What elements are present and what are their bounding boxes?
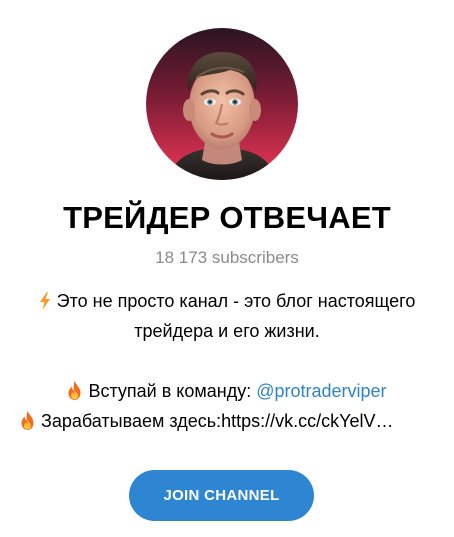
join-channel-button[interactable]: JOIN CHANNEL [129, 470, 314, 521]
fire-icon [20, 409, 35, 439]
description-line-3: Вступай в команду: @protraderviper [0, 376, 454, 406]
channel-preview: ТРЕЙДЕР ОТВЕЧАЕТ 18 173 subscribers Это … [0, 0, 454, 537]
channel-avatar [146, 28, 298, 180]
description-line-2: трейдера и его жизни. [0, 316, 454, 346]
description-line-4: Зарабатываем здесь:https://vk.cc/ckYelV… [0, 406, 454, 436]
channel-title: ТРЕЙДЕР ОТВЕЧАЕТ [63, 200, 391, 235]
lightning-icon [39, 289, 51, 319]
description-spacer [0, 346, 454, 376]
invite-label: Вступай в команду: [88, 381, 257, 401]
fire-icon [67, 379, 82, 409]
channel-description: Это не просто канал - это блог настоящег… [0, 286, 454, 436]
earnings-link-text: Зарабатываем здесь:https://vk.cc/ckYelV… [41, 411, 394, 431]
description-line-1: Это не просто канал - это блог настоящег… [0, 286, 454, 316]
mention-link[interactable]: @protraderviper [256, 381, 386, 401]
subscriber-count: 18 173 subscribers [155, 248, 299, 267]
avatar-photo-icon [146, 28, 298, 180]
description-text-2: трейдера и его жизни. [134, 321, 320, 341]
description-text-1: Это не просто канал - это блог настоящег… [56, 291, 416, 311]
